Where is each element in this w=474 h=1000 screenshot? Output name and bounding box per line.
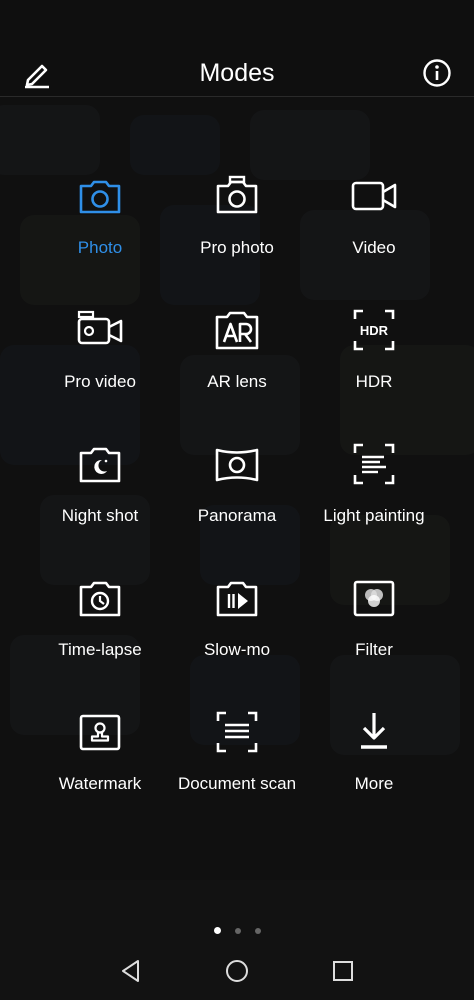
- download-icon: [361, 713, 387, 749]
- mode-hdr[interactable]: HDR HDR: [299, 284, 449, 404]
- filter-icon: [353, 580, 395, 617]
- page-dot[interactable]: [254, 927, 261, 934]
- watermark-icon: [79, 714, 121, 751]
- camera-icon: [79, 180, 121, 214]
- mode-label: HDR: [355, 372, 393, 391]
- page-title: Modes: [199, 59, 275, 87]
- time-lapse-icon: [79, 581, 121, 617]
- info-button[interactable]: [420, 56, 454, 90]
- back-icon[interactable]: [118, 958, 144, 984]
- home-icon[interactable]: [224, 958, 250, 984]
- info-icon: [423, 59, 451, 87]
- modes-header: Modes: [0, 0, 474, 97]
- recents-icon[interactable]: [330, 958, 356, 984]
- document-scan-icon: [216, 711, 258, 753]
- mode-more[interactable]: More: [299, 686, 449, 806]
- hdr-icon: HDR: [353, 309, 395, 351]
- svg-text:HDR: HDR: [360, 323, 389, 338]
- pro-video-icon: [77, 310, 123, 345]
- mode-label: Light painting: [323, 506, 425, 525]
- system-navigation-bar: [0, 940, 474, 1000]
- mode-label: More: [354, 774, 394, 793]
- mode-label: Filter: [355, 640, 393, 659]
- night-shot-icon: [79, 447, 121, 483]
- panorama-icon: [215, 448, 259, 482]
- page-dot-active[interactable]: [213, 927, 221, 935]
- slow-mo-icon: [216, 581, 258, 617]
- page-dot[interactable]: [234, 927, 241, 934]
- mode-video[interactable]: Video: [299, 150, 449, 270]
- mode-filter[interactable]: Filter: [299, 552, 449, 672]
- mode-label: Video: [352, 238, 396, 257]
- ar-lens-icon: [215, 311, 259, 350]
- page-indicator: [0, 922, 474, 940]
- mode-light-painting[interactable]: Light painting: [299, 418, 449, 538]
- light-painting-icon: [353, 443, 395, 485]
- pro-camera-icon: [216, 175, 258, 214]
- video-camera-icon: [351, 181, 397, 211]
